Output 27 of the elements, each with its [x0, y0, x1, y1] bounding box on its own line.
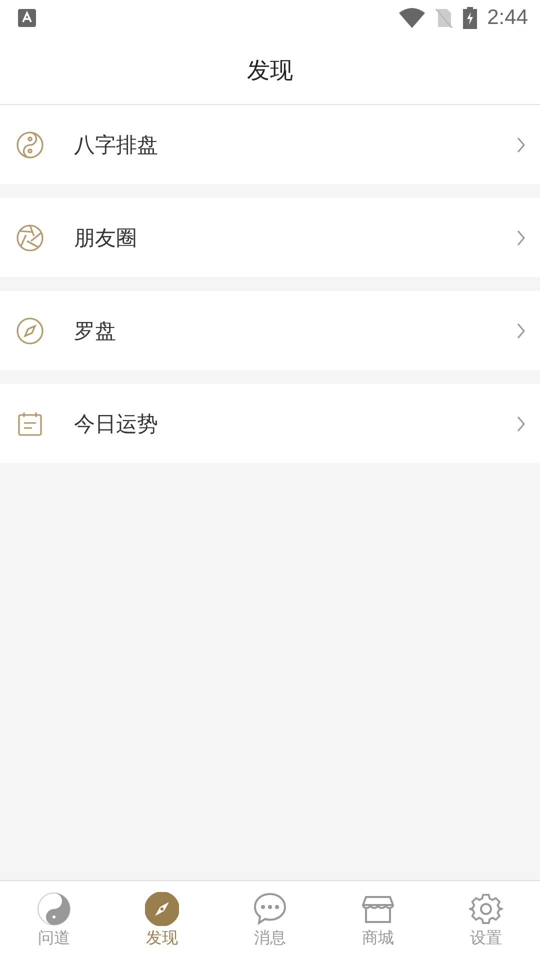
nav-tab[interactable]: 消息	[216, 881, 324, 960]
menu-item[interactable]: 朋友圈	[0, 198, 540, 277]
chat-bubble-icon	[253, 892, 287, 926]
chevron-right-icon	[516, 414, 526, 432]
chevron-right-icon	[516, 228, 526, 246]
yin-yang-icon	[37, 892, 71, 926]
page-title: 发现	[247, 56, 293, 86]
aperture-icon	[16, 224, 44, 252]
menu-item[interactable]: 罗盘	[0, 291, 540, 370]
keyboard-notification-icon	[18, 9, 36, 27]
nav-tab[interactable]: 问道	[0, 881, 108, 960]
compass-icon	[145, 892, 179, 926]
compass-icon	[16, 316, 44, 344]
wifi-icon	[399, 8, 426, 28]
menu-item[interactable]: 八字排盘	[0, 105, 540, 184]
nav-tab[interactable]: 商城	[324, 881, 432, 960]
nav-tab[interactable]: 设置	[432, 881, 540, 960]
menu-item[interactable]: 今日运势	[0, 384, 540, 463]
battery-charging-icon	[463, 7, 478, 29]
calendar-icon	[16, 410, 44, 438]
yin-yang-icon	[16, 130, 44, 158]
nav-tab[interactable]: 发现	[108, 881, 216, 960]
status-time: 2:44	[487, 6, 528, 30]
chevron-right-icon	[516, 322, 526, 340]
chevron-right-icon	[516, 136, 526, 154]
no-sim-icon	[435, 8, 454, 28]
settings-icon	[469, 892, 503, 926]
